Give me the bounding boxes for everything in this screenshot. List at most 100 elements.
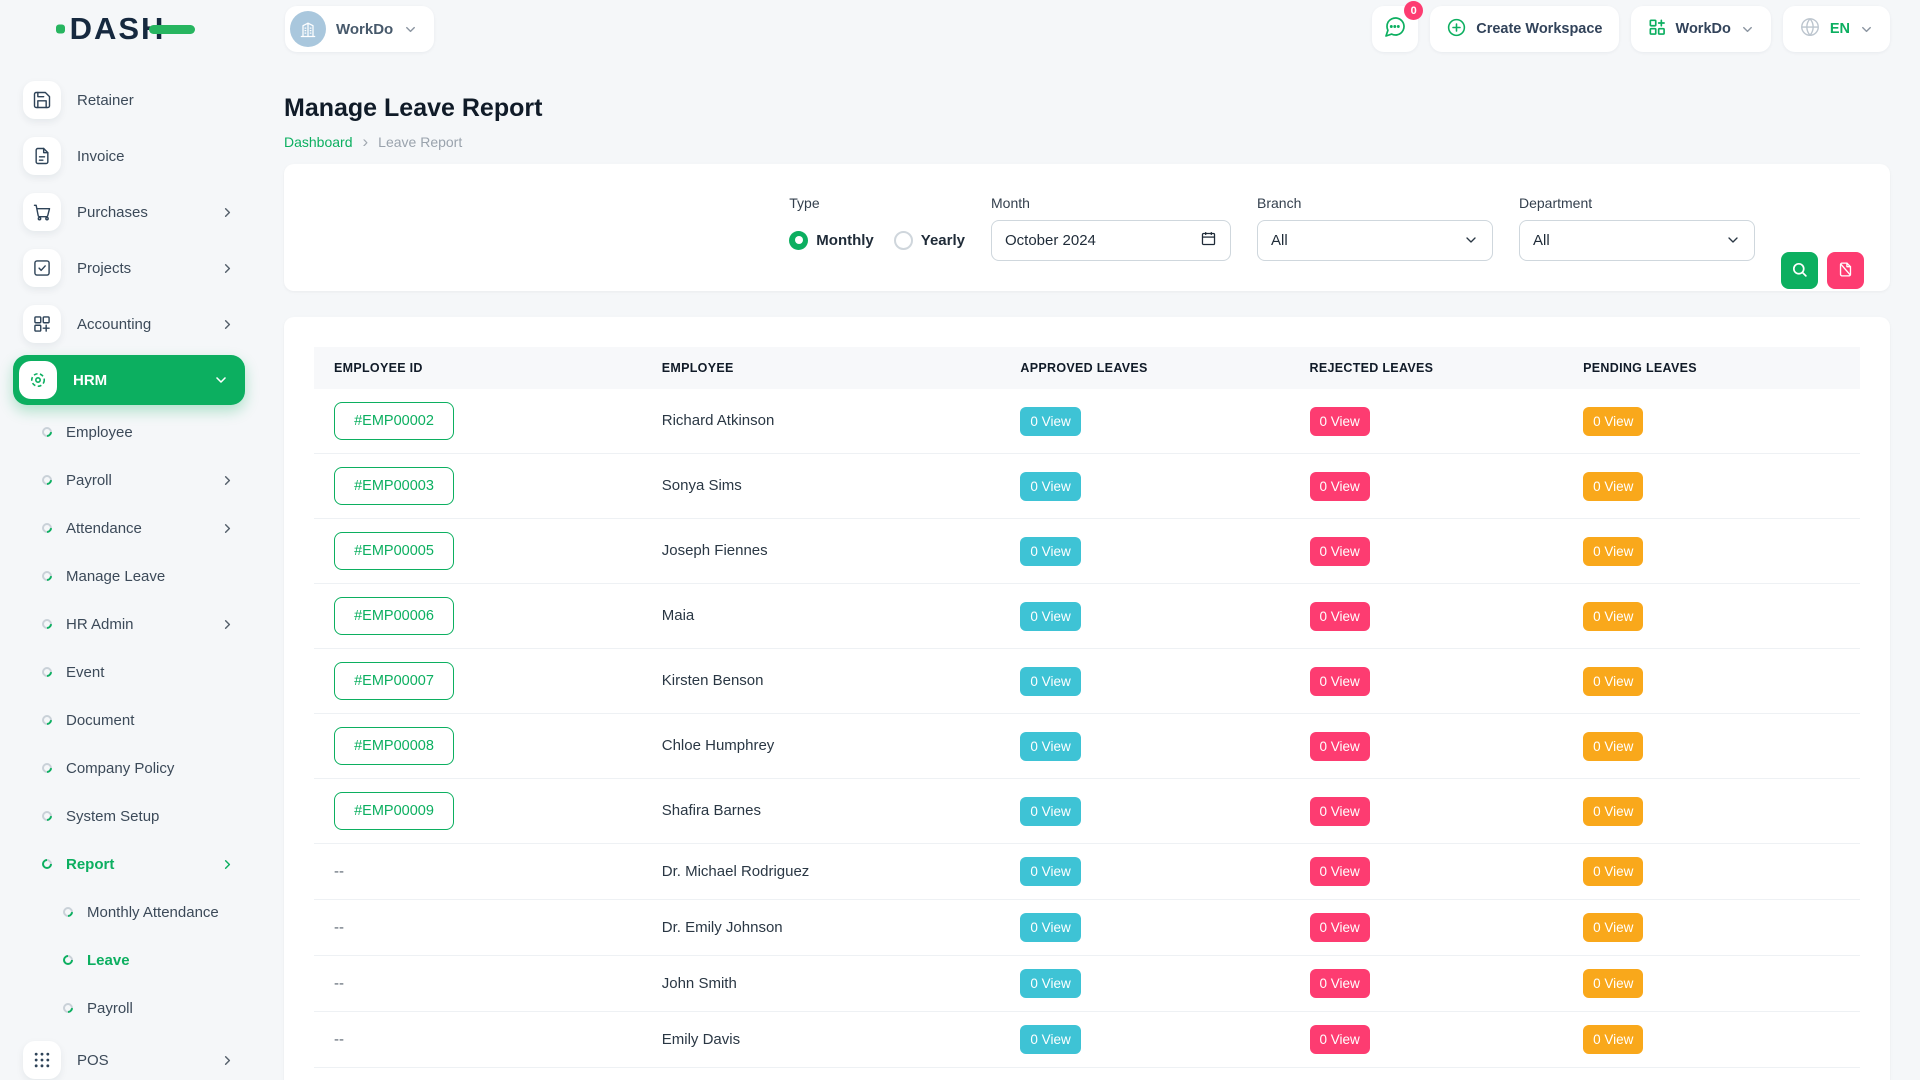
pending-view-badge[interactable]: 0 View <box>1583 797 1643 826</box>
create-workspace-button[interactable]: Create Workspace <box>1430 6 1618 52</box>
sidebar-item-document[interactable]: Document <box>13 696 265 744</box>
table-row: -- John Smith 0 View 0 View 0 View <box>314 956 1860 1012</box>
column-header-approved-leaves: APPROVED LEAVES <box>1000 347 1289 389</box>
employee-name: Joseph Fiennes <box>662 542 768 559</box>
notification-count-badge: 0 <box>1404 1 1423 20</box>
approved-view-badge[interactable]: 0 View <box>1020 407 1080 436</box>
month-input[interactable]: October 2024 <box>991 220 1231 261</box>
table-row: #EMP00003Sonya Sims0 View0 View0 View <box>314 454 1860 519</box>
employee-id-empty: -- <box>334 975 344 992</box>
approved-view-badge[interactable]: 0 View <box>1020 602 1080 631</box>
approved-view-badge[interactable]: 0 View <box>1020 857 1080 886</box>
employee-id-button[interactable]: #EMP00002 <box>334 402 454 440</box>
search-button[interactable] <box>1781 252 1818 289</box>
pending-view-badge[interactable]: 0 View <box>1583 969 1643 998</box>
rejected-view-badge[interactable]: 0 View <box>1310 1025 1370 1054</box>
employee-id-button[interactable]: #EMP00007 <box>334 662 454 700</box>
table-row: #EMP00002Richard Atkinson0 View0 View0 V… <box>314 389 1860 454</box>
employee-name: Maia <box>662 607 695 624</box>
sidebar-item-payroll[interactable]: Payroll <box>13 456 265 504</box>
sidebar-item-manage-leave[interactable]: Manage Leave <box>13 552 265 600</box>
approved-view-badge[interactable]: 0 View <box>1020 969 1080 998</box>
department-select[interactable]: All <box>1519 220 1755 261</box>
messenger-button[interactable]: 0 <box>1372 6 1418 52</box>
workspace-name: WorkDo <box>336 21 393 38</box>
radio-monthly-control <box>789 231 808 250</box>
sidebar-item-report[interactable]: Report <box>13 840 265 888</box>
reset-button[interactable] <box>1827 252 1864 289</box>
employee-name: Kirsten Benson <box>662 672 764 689</box>
sidebar-item-hr-admin[interactable]: HR Admin <box>13 600 265 648</box>
pending-view-badge[interactable]: 0 View <box>1583 667 1643 696</box>
approved-view-badge[interactable]: 0 View <box>1020 667 1080 696</box>
sidebar-item-label: Manage Leave <box>66 568 165 585</box>
employee-id-button[interactable]: #EMP00005 <box>334 532 454 570</box>
rejected-view-badge[interactable]: 0 View <box>1310 537 1370 566</box>
approved-view-badge[interactable]: 0 View <box>1020 1025 1080 1054</box>
approved-view-badge[interactable]: 0 View <box>1020 913 1080 942</box>
pending-view-badge[interactable]: 0 View <box>1583 1025 1643 1054</box>
employee-id-button[interactable]: #EMP00008 <box>334 727 454 765</box>
apps-menu-button[interactable]: WorkDo <box>1631 6 1771 52</box>
pending-view-badge[interactable]: 0 View <box>1583 407 1643 436</box>
sidebar-item-company-policy[interactable]: Company Policy <box>13 744 265 792</box>
pending-view-badge[interactable]: 0 View <box>1583 857 1643 886</box>
rejected-view-badge[interactable]: 0 View <box>1310 797 1370 826</box>
sidebar-item-monthly-attendance[interactable]: Monthly Attendance <box>13 888 265 936</box>
language-selector[interactable]: EN <box>1783 6 1890 52</box>
sidebar-item-accounting[interactable]: Accounting <box>13 296 265 352</box>
chevron-down-icon <box>1463 232 1479 248</box>
sidebar-item-event[interactable]: Event <box>13 648 265 696</box>
sidebar-item-leave[interactable]: Leave <box>13 936 265 984</box>
employee-id-button[interactable]: #EMP00009 <box>334 792 454 830</box>
approved-view-badge[interactable]: 0 View <box>1020 797 1080 826</box>
sidebar-item-purchases[interactable]: Purchases <box>13 184 265 240</box>
rejected-view-badge[interactable]: 0 View <box>1310 969 1370 998</box>
breadcrumb-dashboard-link[interactable]: Dashboard <box>284 134 353 150</box>
sidebar-item-attendance[interactable]: Attendance <box>13 504 265 552</box>
employee-id-button[interactable]: #EMP00003 <box>334 467 454 505</box>
table-row: --Dr. Michael Rodriguez0 View0 View0 Vie… <box>314 844 1860 900</box>
sidebar-item-label: Attendance <box>66 520 142 537</box>
bullet-icon <box>61 905 75 919</box>
rejected-view-badge[interactable]: 0 View <box>1310 407 1370 436</box>
rejected-view-badge[interactable]: 0 View <box>1310 667 1370 696</box>
rejected-view-badge[interactable]: 0 View <box>1310 857 1370 886</box>
approved-view-badge[interactable]: 0 View <box>1020 472 1080 501</box>
topbar-right: 0 Create Workspace WorkDo EN <box>1372 6 1890 52</box>
sidebar-item-projects[interactable]: Projects <box>13 240 265 296</box>
pending-view-badge[interactable]: 0 View <box>1583 602 1643 631</box>
employee-name: John Smith <box>662 975 737 992</box>
rejected-view-badge[interactable]: 0 View <box>1310 732 1370 761</box>
sidebar-item-retainer[interactable]: Retainer <box>13 72 265 128</box>
branch-select[interactable]: All <box>1257 220 1493 261</box>
page-title: Manage Leave Report <box>284 94 1890 123</box>
sidebar-item-payroll[interactable]: Payroll <box>13 984 265 1032</box>
rejected-view-badge[interactable]: 0 View <box>1310 602 1370 631</box>
sidebar-item-system-setup[interactable]: System Setup <box>13 792 265 840</box>
pending-view-badge[interactable]: 0 View <box>1583 732 1643 761</box>
pending-view-badge[interactable]: 0 View <box>1583 472 1643 501</box>
sidebar-item-pos[interactable]: POS <box>13 1032 265 1080</box>
radio-yearly-control <box>894 231 913 250</box>
sidebar-item-employee[interactable]: Employee <box>13 408 265 456</box>
sidebar-item-invoice[interactable]: Invoice <box>13 128 265 184</box>
rejected-view-badge[interactable]: 0 View <box>1310 472 1370 501</box>
breadcrumb: Dashboard › Leave Report <box>284 133 1890 150</box>
employee-id-button[interactable]: #EMP00006 <box>334 597 454 635</box>
employee-id-empty: -- <box>334 919 344 936</box>
approved-view-badge[interactable]: 0 View <box>1020 732 1080 761</box>
radio-monthly[interactable]: Monthly <box>789 231 874 250</box>
approved-view-badge[interactable]: 0 View <box>1020 537 1080 566</box>
pending-view-badge[interactable]: 0 View <box>1583 537 1643 566</box>
table-row: #EMP00008Chloe Humphrey0 View0 View0 Vie… <box>314 714 1860 779</box>
table-row: #EMP00007 Kirsten Benson 0 View 0 View 0 Vie… <box>314 649 1860 714</box>
chevron-right-icon <box>220 261 235 276</box>
sidebar-item-hrm[interactable]: HRM <box>13 355 245 405</box>
radio-yearly[interactable]: Yearly <box>894 231 965 250</box>
sidebar-item-label: System Setup <box>66 808 159 825</box>
workspace-selector[interactable]: WorkDo <box>285 6 434 52</box>
rejected-view-badge[interactable]: 0 View <box>1310 913 1370 942</box>
dash-logo[interactable]: DASH <box>70 11 196 47</box>
pending-view-badge[interactable]: 0 View <box>1583 913 1643 942</box>
